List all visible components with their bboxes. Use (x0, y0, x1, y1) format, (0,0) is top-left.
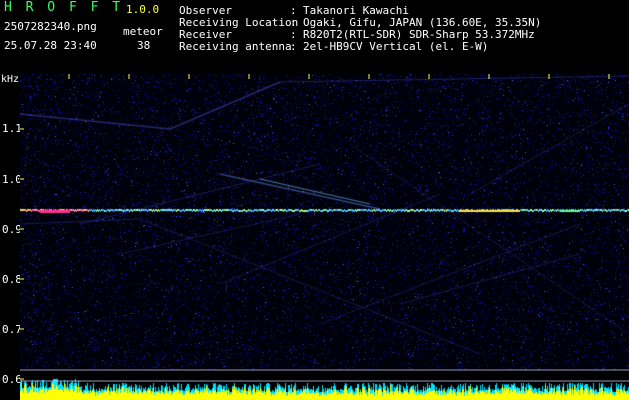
antenna-label: Receiving antenna (179, 40, 292, 53)
meteor-count: 38 (137, 39, 151, 52)
spectrogram-panel (20, 74, 629, 400)
freq-tick: 0.6 (2, 373, 22, 386)
freq-tick: 0.7 (2, 323, 22, 336)
freq-tick: 1.1 (2, 122, 22, 135)
freq-unit-label: kHz (1, 74, 20, 85)
meteor-label: meteor (123, 25, 163, 38)
antenna-sep: : (290, 40, 297, 53)
freq-tick: 1.0 (2, 173, 22, 186)
app-name: H R O F F T (4, 0, 124, 15)
file-name: 2507282340.png (4, 20, 97, 33)
file-datetime: 25.07.28 23:40 (4, 39, 97, 52)
spectrogram-overlay (20, 74, 629, 382)
freq-tick: 0.8 (2, 273, 22, 286)
app-version: 1.0.0 (126, 3, 160, 16)
freq-tick: 0.9 (2, 223, 22, 236)
header-panel: H R O F F T 1.0.0 2507282340.png 25.07.2… (0, 0, 629, 74)
gridlines (20, 74, 629, 382)
antenna-value: 2el-HB9CV Vertical (el. E-W) (303, 40, 489, 53)
